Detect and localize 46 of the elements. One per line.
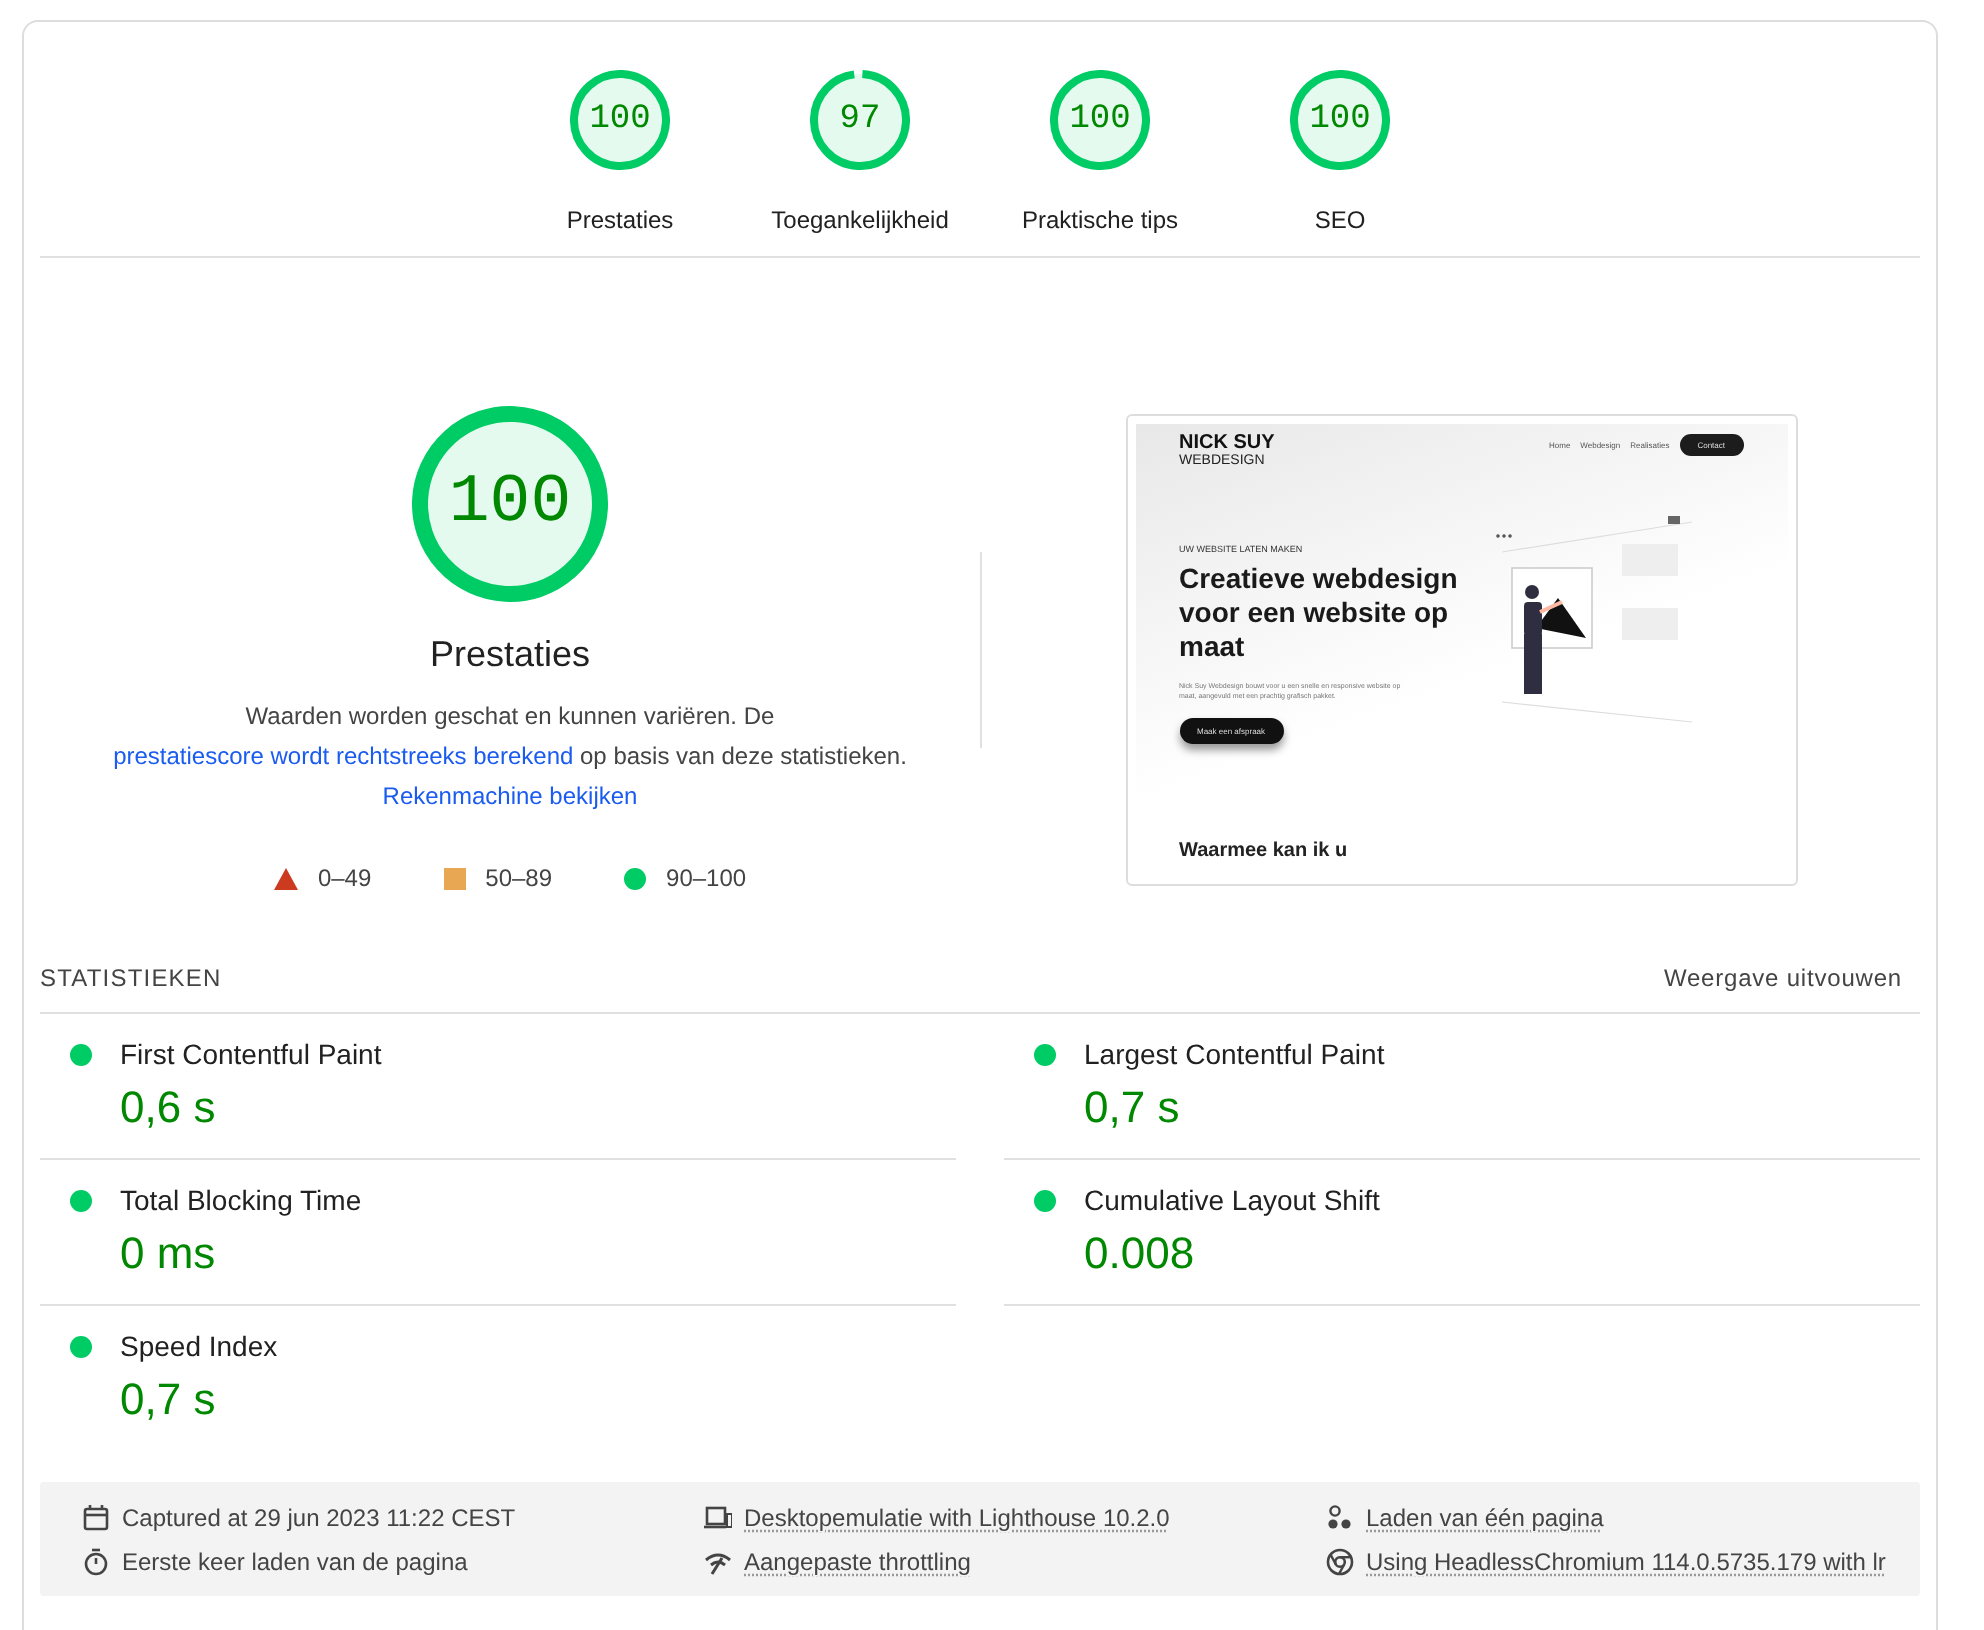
metric-value: 0 ms [120,1228,218,1280]
environment-link[interactable]: Desktopemulatie with Lighthouse 10.2.0 [744,1504,1170,1532]
section-title: Prestaties [429,634,591,676]
score-value: 100 [446,470,574,538]
score-value: 100 [1067,103,1133,137]
score-description: Waarden worden geschat en kunnen variëren. De prestatiescore wordt rechtstreeks berekend op basis van deze statistieken. Rekenmachine bekijken [111,700,909,814]
environment-link[interactable]: Using HeadlessChromium 114.0.5735.179 with lr [1366,1548,1886,1576]
category-score[interactable]: 100 Praktische tips [1012,70,1188,234]
metric-value: 0,7 s [1084,1082,1182,1134]
browser-icon [1326,1548,1354,1576]
metric-name: Total Blocking Time [120,1184,364,1216]
metric-value: 0,7 s [120,1374,218,1426]
legend-label: 0–49 [317,864,372,892]
environment-link[interactable]: Laden van één pagina [1366,1504,1604,1532]
calendar-icon [82,1504,110,1532]
timer-icon [82,1548,110,1576]
environment-text: Captured at 29 jun 2023 11:22 CEST [122,1504,516,1532]
environment-link[interactable]: Aangepaste throttling [744,1548,971,1576]
circle-icon [624,867,647,889]
metric-name: Speed Index [120,1330,280,1362]
metric-name: First Contentful Paint [120,1038,384,1070]
triangle-icon [273,867,298,889]
score-value: 97 [837,103,883,137]
score-value: 100 [587,103,653,137]
site-section-heading: Waarmee kan ik u [1179,839,1350,863]
category-score[interactable]: 100 SEO [1252,70,1428,234]
metric-name: Cumulative Layout Shift [1084,1184,1382,1216]
signal-icon [704,1548,732,1576]
category-score[interactable]: 100 Prestaties [532,70,708,234]
expand-view-button[interactable]: Weergave uitvouwen [1663,964,1920,992]
metric-value: 0.008 [1084,1228,1197,1280]
legend-label: 90–100 [666,864,747,892]
section-heading: STATISTIEKEN [40,964,222,992]
site-logo: NICK SUY [1179,433,1275,453]
metric-value: 0,6 s [120,1082,218,1134]
site-headline: Creatieve webdesign voor een website op maat [1179,561,1460,663]
score-value: 100 [1307,103,1373,137]
legend-label: 50–89 [485,864,553,892]
description-link[interactable]: prestatiescore wordt rechtstreeks berekend [113,742,574,770]
laptop-icon [704,1504,732,1532]
category-score[interactable]: 97 Toegankelijkheid [772,70,948,234]
environment-text: Eerste keer laden van de pagina [122,1548,468,1576]
description-link[interactable]: Rekenmachine bekijken [382,782,638,810]
square-icon [443,867,466,889]
dots-icon [1326,1504,1354,1532]
metric-name: Largest Contentful Paint [1084,1038,1387,1070]
